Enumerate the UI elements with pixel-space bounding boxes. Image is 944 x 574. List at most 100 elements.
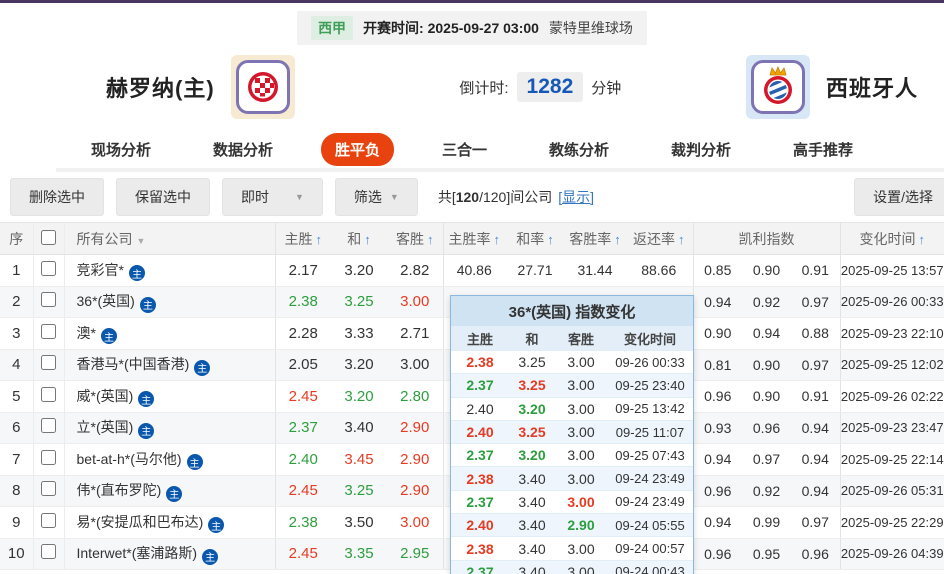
kelly-away: 0.88 (791, 317, 841, 350)
header-away-rate[interactable]: 客胜率 ↑ (565, 222, 625, 255)
tab[interactable]: 高手推荐 (779, 133, 867, 166)
header-away-odds[interactable]: 客胜 ↑ (387, 222, 444, 255)
away-odds[interactable]: 2.95 (387, 538, 444, 570)
row-checkbox-cell (33, 380, 65, 413)
tab[interactable]: 胜平负 (320, 133, 394, 166)
company-cell[interactable]: 威*(英国) 主 (64, 380, 276, 413)
row-checkbox[interactable] (41, 449, 56, 465)
chevron-down-icon: ▼ (389, 192, 399, 202)
row-checkbox[interactable] (41, 386, 56, 402)
draw-odds[interactable]: 3.20 (331, 380, 387, 413)
tab[interactable]: 数据分析 (199, 133, 287, 166)
popup-row: 2.40 3.40 2.90 09-24 05:55 (451, 513, 693, 537)
home-odds[interactable]: 2.17 (275, 254, 331, 287)
draw-odds[interactable]: 3.20 (331, 349, 387, 381)
draw-odds[interactable]: 3.25 (331, 475, 387, 507)
row-checkbox[interactable] (41, 481, 56, 497)
draw-odds[interactable]: 3.50 (331, 506, 387, 539)
home-odds[interactable]: 2.05 (275, 349, 331, 381)
popup-change-time: 09-26 00:33 (615, 354, 685, 370)
company-cell[interactable]: 竞彩官* 主 (64, 254, 276, 287)
home-odds[interactable]: 2.38 (275, 286, 331, 318)
tab[interactable]: 裁判分析 (657, 133, 745, 166)
company-cell[interactable]: 伟*(直布罗陀) 主 (64, 475, 276, 507)
change-time: 2025-09-26 02:22 (840, 380, 944, 413)
popup-home-odds: 2.40 (466, 400, 494, 417)
company-cell[interactable]: 香港马*(中国香港) 主 (64, 349, 276, 381)
row-checkbox[interactable] (41, 418, 56, 434)
row-checkbox[interactable] (41, 355, 56, 371)
company-cell[interactable]: 易*(安提瓜和巴布达) 主 (64, 506, 276, 539)
row-checkbox[interactable] (41, 544, 56, 560)
company-cell[interactable]: 立*(英国) 主 (64, 412, 276, 444)
header-return-rate[interactable]: 返还率 ↑ (625, 222, 694, 255)
popup-header: 主胜 和 客胜 变化时间 (451, 326, 693, 350)
away-odds[interactable]: 2.90 (387, 475, 444, 507)
show-link[interactable]: [显示] (558, 189, 594, 205)
home-odds[interactable]: 2.37 (275, 412, 331, 444)
kelly-draw: 0.95 (742, 538, 791, 570)
tab[interactable]: 三合一 (428, 133, 501, 166)
row-seq: 9 (0, 506, 34, 539)
popup-home-odds: 2.38 (466, 354, 494, 371)
row-checkbox[interactable] (41, 260, 56, 276)
company-name: 立*(英国) (76, 419, 134, 435)
home-odds[interactable]: 2.45 (275, 475, 331, 507)
settings-select-button[interactable]: 设置/选择 (854, 178, 944, 216)
keep-selected-button[interactable]: 保留选中 (116, 178, 210, 216)
header-draw-rate[interactable]: 和率 ↑ (505, 222, 565, 255)
away-odds[interactable]: 3.00 (387, 506, 444, 539)
away-odds[interactable]: 2.82 (387, 254, 444, 287)
draw-odds[interactable]: 3.45 (331, 443, 387, 476)
company-name: 威*(英国) (76, 387, 134, 404)
delete-selected-button[interactable]: 删除选中 (10, 178, 104, 216)
away-odds[interactable]: 2.90 (387, 443, 444, 476)
main-market-badge-icon: 主 (139, 296, 156, 313)
popup-draw-odds: 3.40 (518, 563, 546, 574)
home-odds[interactable]: 2.38 (275, 506, 331, 539)
home-odds[interactable]: 2.45 (275, 538, 331, 570)
away-odds[interactable]: 2.90 (387, 412, 444, 444)
home-odds[interactable]: 2.45 (275, 380, 331, 413)
company-name: Interwet*(塞浦路斯) (76, 545, 198, 561)
company-cell[interactable]: 36*(英国) 主 (64, 286, 276, 318)
header-home-odds[interactable]: 主胜 ↑ (275, 222, 331, 255)
draw-odds[interactable]: 3.35 (331, 538, 387, 570)
change-time: 2025-09-25 13:57 (840, 254, 944, 287)
header-company[interactable]: 所有公司 ▼ (64, 222, 276, 255)
popup-rows: 2.38 3.25 3.00 09-26 00:33 2.37 3.25 3.0… (451, 350, 693, 574)
draw-odds[interactable]: 3.25 (331, 286, 387, 318)
popup-home-odds: 2.40 (466, 517, 494, 534)
header-home-rate[interactable]: 主胜率 ↑ (443, 222, 505, 255)
home-odds[interactable]: 2.28 (275, 317, 331, 350)
kelly-away: 0.97 (791, 286, 841, 318)
away-odds[interactable]: 2.71 (387, 317, 444, 350)
draw-odds[interactable]: 3.20 (331, 254, 387, 287)
company-cell[interactable]: 澳* 主 (64, 317, 276, 350)
live-odds-dropdown[interactable]: 即时 ▼ (222, 178, 323, 216)
filter-dropdown[interactable]: 筛选 ▼ (334, 178, 418, 216)
countdown-unit: 分钟 (591, 79, 622, 97)
select-all-checkbox[interactable] (41, 229, 56, 245)
away-odds[interactable]: 2.80 (387, 380, 444, 413)
table-header: 序 所有公司 ▼ 主胜 ↑ 和 ↑ 客胜 ↑ 主胜率 ↑ 和率 ↑ 客胜率 ↑ 返还率 ↑ 凯利… (0, 222, 944, 255)
tab[interactable]: 现场分析 (77, 133, 165, 166)
popup-change-time: 09-24 00:43 (615, 564, 685, 574)
row-checkbox[interactable] (41, 292, 56, 308)
away-odds[interactable]: 3.00 (387, 349, 444, 381)
popup-draw-odds: 3.25 (518, 424, 546, 441)
popup-change-time: 09-25 11:07 (615, 424, 685, 440)
draw-odds[interactable]: 3.33 (331, 317, 387, 350)
company-cell[interactable]: Interwet*(塞浦路斯) 主 (64, 538, 276, 570)
tab[interactable]: 教练分析 (535, 133, 623, 166)
company-cell[interactable]: bet-at-h*(马尔他) 主 (64, 443, 276, 476)
home-odds[interactable]: 2.40 (275, 443, 331, 476)
kelly-draw: 0.97 (742, 443, 791, 476)
row-checkbox[interactable] (41, 323, 56, 339)
draw-odds[interactable]: 3.40 (331, 412, 387, 444)
row-checkbox-cell (33, 475, 65, 507)
header-change-time[interactable]: 变化时间 ↑ (840, 222, 944, 255)
away-odds[interactable]: 3.00 (387, 286, 444, 318)
header-draw-odds[interactable]: 和 ↑ (331, 222, 387, 255)
row-checkbox[interactable] (41, 512, 56, 528)
